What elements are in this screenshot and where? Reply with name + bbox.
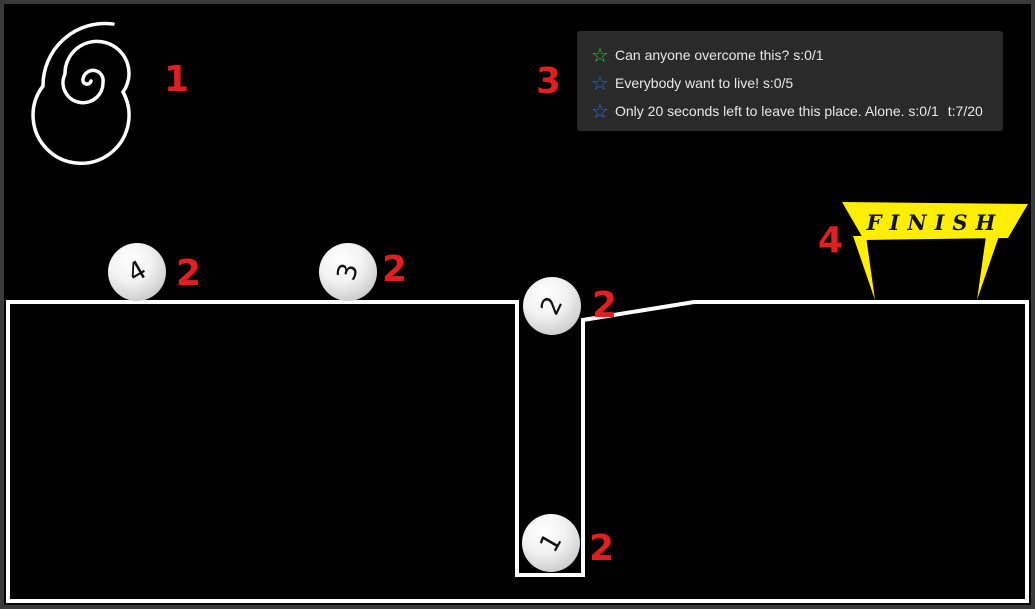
ball-number: 2 [534, 292, 570, 320]
ball-4[interactable]: 4 [108, 243, 166, 301]
finish-banner: FINISH [842, 202, 1028, 300]
ball-2[interactable]: 2 [523, 277, 581, 335]
annotation-ball-4: 2 [176, 253, 202, 294]
ball-number: 1 [533, 528, 569, 558]
ball-number: 3 [331, 260, 365, 284]
goal-item: ☆ Everybody want to live! s:0/5 [591, 72, 793, 94]
star-outline-icon: ☆ [591, 71, 609, 95]
goal-text: Can anyone overcome this? s:0/1 [615, 47, 824, 63]
goals-panel: ☆ Can anyone overcome this? s:0/1 ☆ Ever… [577, 31, 1003, 131]
goal-timer: t:7/20 [947, 103, 983, 119]
goal-text: Only 20 seconds left to leave this place… [615, 103, 939, 119]
annotation-goals: 3 [536, 61, 562, 102]
ball-1[interactable]: 1 [522, 514, 580, 572]
ground-outline [6, 300, 1029, 603]
star-outline-icon: ☆ [591, 43, 609, 67]
game-scene[interactable]: FINISH 4 3 2 1 1 2 2 2 2 3 4 ☆ Can anyon… [4, 4, 1031, 605]
goal-item: ☆ Only 20 seconds left to leave this pla… [591, 100, 983, 122]
ball-3[interactable]: 3 [319, 243, 377, 301]
annotation-ball-2: 2 [592, 285, 618, 326]
spiral-portal-icon [31, 21, 131, 165]
goal-item: ☆ Can anyone overcome this? s:0/1 [591, 44, 824, 66]
annotation-finish: 4 [818, 220, 844, 261]
annotation-ball-1: 2 [589, 528, 615, 569]
ball-number: 4 [122, 254, 152, 290]
goal-text: Everybody want to live! s:0/5 [615, 75, 794, 91]
annotation-spiral: 1 [164, 59, 190, 100]
star-outline-icon: ☆ [591, 99, 609, 123]
finish-label: FINISH [866, 210, 1004, 235]
annotation-ball-3: 2 [382, 249, 408, 290]
